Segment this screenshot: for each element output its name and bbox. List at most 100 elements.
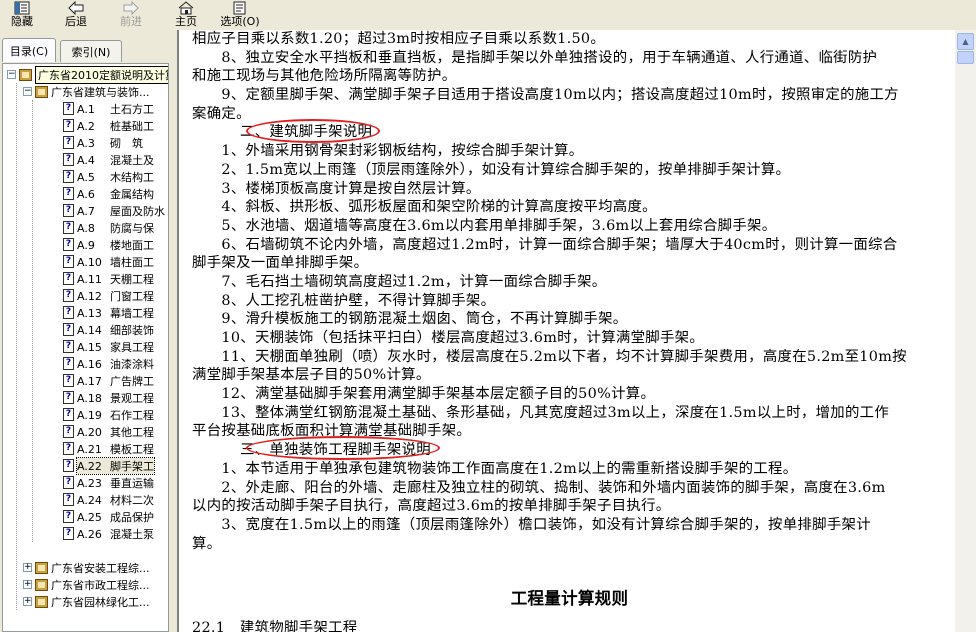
tree-item[interactable]: ? A.24 材料二次 — [63, 491, 154, 508]
tree-item[interactable]: ? A.4 混凝土及 — [63, 151, 154, 168]
paragraph-line: 9、滑升模板施工的钢筋混凝土烟囱、筒仓，不再计算脚手架。 — [192, 311, 628, 328]
tree-item-label: 防腐与保 — [110, 221, 154, 235]
tree-item-code: A.2 — [77, 119, 95, 133]
tree-item-label: 砌 筑 — [110, 136, 143, 150]
topic-content[interactable]: 相应子目乘以系数1.20；超过3m时按相应子目乘以系数1.50。 8、独立安全水… — [177, 30, 955, 632]
tree-item[interactable]: ? A.25 成品保护 — [63, 508, 154, 525]
paragraph-line: 6、石墙砌筑不论内外墙，高度超过1.2m时，计算一面综合脚手架；墙厚大于40cm… — [192, 236, 898, 253]
tree-root[interactable]: − 广东省2010定额说明及计算规则 — [7, 65, 168, 84]
tree-item[interactable]: ? A.22 脚手架工 — [63, 456, 155, 475]
tree-book-install[interactable]: + 广东省安装工程综... — [23, 559, 150, 576]
section-heading-decoration-scaffold: 三、单独装饰工程脚手架说明 — [192, 436, 947, 461]
paragraph-line: 3、楼梯顶板高度计算是按自然层计算。 — [192, 180, 481, 197]
tree-item[interactable]: ? A.18 景观工程 — [63, 389, 154, 406]
help-page-icon: ? — [63, 255, 74, 268]
tree-item-label: 脚手架工 — [110, 459, 154, 473]
hide-pane-icon — [14, 1, 30, 15]
tree-item[interactable]: ? A.6 金属结构 — [63, 185, 154, 202]
tree-item[interactable]: ? A.15 家具工程 — [63, 338, 154, 355]
help-page-icon: ? — [63, 238, 74, 251]
tree-book-building[interactable]: − 广东省建筑与装饰... — [23, 83, 150, 100]
help-page-icon: ? — [63, 442, 74, 455]
tree-item[interactable]: ? A.10 墙柱面工 — [63, 253, 154, 270]
tree-item-label: 其他工程 — [110, 425, 154, 439]
tree-item[interactable]: ? A.5 木结构工 — [63, 168, 154, 185]
open-book-icon — [35, 85, 48, 98]
help-page-icon: ? — [63, 408, 74, 421]
tree-item[interactable]: ? A.21 模板工程 — [63, 440, 154, 457]
tree-item-label: 屋面及防水 — [110, 204, 165, 218]
tree-item-code: A.12 — [77, 289, 102, 303]
paragraph-line: 11、天棚面单独刷（喷）灰水时，楼层高度在5.2m以下者，均不计算脚手架费用，高… — [192, 348, 907, 365]
help-page-icon: ? — [63, 391, 74, 404]
tree-item-code: A.1 — [77, 102, 95, 116]
paragraph-line: 7、毛石挡土墙砌筑高度超过1.2m，计算一面综合脚手架。 — [192, 273, 607, 290]
help-page-icon: ? — [63, 187, 74, 200]
expand-icon[interactable]: + — [23, 563, 32, 572]
tree-item-label: 成品保护 — [110, 510, 154, 524]
expand-icon[interactable]: + — [23, 580, 32, 589]
home-label: 主页 — [175, 15, 197, 28]
options-button[interactable]: 选项(O) — [220, 0, 260, 30]
forward-button[interactable]: 前进 — [116, 0, 146, 30]
collapse-icon[interactable]: − — [7, 70, 16, 79]
tree-book-label: 广东省建筑与装饰... — [51, 85, 150, 99]
tree-item-label: 天棚工程 — [110, 272, 154, 286]
paragraph-line: 满堂脚手架基本层子目的50%计算。 — [192, 367, 431, 384]
tree-item[interactable]: ? A.8 防腐与保 — [63, 219, 154, 236]
paragraph-line: 2、1.5m宽以上雨篷（顶层雨篷除外），如没有计算综合脚手架的，按单排脚手架计算… — [192, 161, 791, 178]
tree-item[interactable]: ? A.23 垂直运输 — [63, 474, 154, 491]
tree-item-code: A.10 — [77, 255, 102, 269]
forward-label: 前进 — [120, 15, 142, 28]
help-page-icon: ? — [63, 510, 74, 523]
tree-item[interactable]: ? A.2 桩基础工 — [63, 117, 154, 134]
help-page-icon: ? — [63, 340, 74, 353]
tree-item[interactable]: ? A.17 广告牌工 — [63, 372, 154, 389]
tree-item[interactable]: ? A.13 幕墙工程 — [63, 304, 154, 321]
tree-item-label: 细部装饰 — [110, 323, 154, 337]
paragraph-line: 3、宽度在1.5m以上的雨篷（顶层雨篷除外）檐口装饰，如没有计算综合脚手架的，按… — [192, 516, 871, 533]
tree-item[interactable]: ? A.19 石作工程 — [63, 406, 154, 423]
scroll-thumb[interactable] — [957, 51, 974, 64]
tree-book-municipal[interactable]: + 广东省市政工程综... — [23, 576, 150, 593]
tree-book-label: 广东省市政工程综... — [51, 578, 150, 592]
scroll-up-button[interactable]: ▲ — [957, 33, 974, 50]
contents-tree[interactable]: − 广东省2010定额说明及计算规则 − 广东省建筑与装饰... ?A.1土石方… — [2, 63, 169, 632]
tree-item-code: A.21 — [77, 442, 102, 456]
tree-item[interactable]: ? A.1 土石方工 — [63, 100, 154, 117]
red-circle-annotation — [246, 436, 440, 461]
collapse-icon[interactable]: − — [23, 87, 32, 96]
tree-item[interactable]: ? A.3 砌 筑 — [63, 134, 143, 151]
home-button[interactable]: 主页 — [172, 0, 200, 30]
tree-item-code: A.16 — [77, 357, 102, 371]
tab-contents[interactable]: 目录(C) — [2, 38, 56, 62]
tree-item[interactable]: ? A.12 门窗工程 — [63, 287, 154, 304]
help-page-icon: ? — [63, 374, 74, 387]
tree-item[interactable]: ? A.9 楼地面工 — [63, 236, 154, 253]
tree-item-label: 石作工程 — [110, 408, 154, 422]
paragraph-line: 1、外墙采用钢骨架封彩钢板结构，按综合脚手架计算。 — [192, 143, 584, 160]
back-button[interactable]: 后退 — [62, 0, 90, 30]
tree-item-label: 油漆涂料 — [110, 357, 154, 371]
paragraph-line: 算。 — [192, 535, 222, 552]
tree-item[interactable]: ? A.7 屋面及防水 — [63, 202, 165, 219]
options-icon — [232, 1, 248, 15]
help-page-icon: ? — [63, 357, 74, 370]
book-icon — [35, 561, 48, 574]
paragraph-line: 10、天棚装饰（包括抹平扫白）楼层高度超过3.6m时，计算满堂脚手架。 — [192, 330, 705, 346]
tree-item-label: 景观工程 — [110, 391, 154, 405]
tree-item[interactable]: ? A.20 其他工程 — [63, 423, 154, 440]
paragraph-line: 4、斜板、拱形板、弧形板屋面和架空阶梯的计算高度按平均高度。 — [192, 199, 657, 216]
tree-item[interactable]: ? A.14 细部装饰 — [63, 321, 154, 338]
vertical-scrollbar[interactable]: ▲ — [955, 30, 976, 632]
tree-item[interactable]: ? A.26 混凝土泵 — [63, 525, 154, 542]
tree-item[interactable]: ? A.11 天棚工程 — [63, 270, 154, 287]
tree-item-code: A.24 — [77, 493, 102, 507]
tree-item[interactable]: ? A.16 油漆涂料 — [63, 355, 154, 372]
help-page-icon: ? — [63, 136, 74, 149]
tab-index[interactable]: 索引(N) — [60, 40, 122, 62]
hide-button[interactable]: 隐藏 — [8, 0, 36, 30]
tree-item-code: A.19 — [77, 408, 102, 422]
tree-book-landscape[interactable]: + 广东省园林绿化工... — [23, 593, 150, 610]
expand-icon[interactable]: + — [23, 597, 32, 606]
